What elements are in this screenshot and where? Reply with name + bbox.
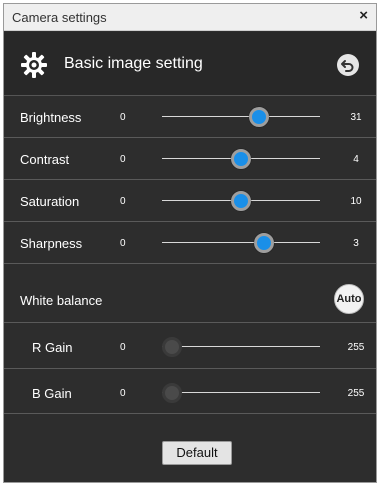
contrast-row: Contrast 0 4 <box>4 139 376 180</box>
contrast-min: 0 <box>120 154 126 165</box>
b-gain-max: 255 <box>347 388 365 399</box>
slider-thumb <box>162 337 182 357</box>
r-gain-max: 255 <box>347 342 365 353</box>
slider-thumb <box>162 383 182 403</box>
b-gain-row: B Gain 0 255 <box>4 370 376 414</box>
contrast-slider[interactable] <box>162 147 320 171</box>
section-header: Basic image setting <box>4 32 376 96</box>
sharpness-max: 3 <box>353 238 359 249</box>
r-gain-label: R Gain <box>32 340 73 355</box>
camera-settings-window: Camera settings × Basic image setting Br… <box>3 3 377 483</box>
back-button[interactable] <box>337 54 359 76</box>
undo-icon <box>341 60 354 72</box>
r-gain-min: 0 <box>120 342 126 353</box>
default-button[interactable]: Default <box>162 441 232 465</box>
slider-track <box>162 346 320 347</box>
section-title: Basic image setting <box>64 55 203 72</box>
sharpness-label: Sharpness <box>20 236 83 251</box>
slider-track <box>162 242 320 243</box>
sharpness-row: Sharpness 0 3 <box>4 223 376 264</box>
saturation-max: 10 <box>350 196 362 207</box>
b-gain-slider[interactable] <box>162 381 320 405</box>
slider-thumb[interactable] <box>231 149 251 169</box>
saturation-min: 0 <box>120 196 126 207</box>
saturation-label: Saturation <box>20 194 80 209</box>
slider-thumb[interactable] <box>231 191 251 211</box>
contrast-label: Contrast <box>20 152 70 167</box>
r-gain-row: R Gain 0 255 <box>4 324 376 369</box>
sharpness-min: 0 <box>120 238 126 249</box>
white-balance-row: White balance Auto <box>4 277 376 323</box>
saturation-slider[interactable] <box>162 189 320 213</box>
saturation-row: Saturation 0 10 <box>4 181 376 222</box>
slider-track <box>162 392 320 393</box>
white-balance-label: White balance <box>20 293 103 308</box>
brightness-max: 31 <box>350 112 362 123</box>
brightness-min: 0 <box>120 112 126 123</box>
close-icon[interactable]: × <box>359 7 368 25</box>
slider-thumb[interactable] <box>248 107 269 127</box>
sharpness-slider[interactable] <box>162 231 320 255</box>
b-gain-min: 0 <box>120 388 126 399</box>
b-gain-label: B Gain <box>32 386 72 401</box>
r-gain-slider[interactable] <box>162 335 320 359</box>
title-bar[interactable]: Camera settings × <box>4 4 376 31</box>
auto-button[interactable]: Auto <box>334 284 364 314</box>
slider-thumb[interactable] <box>254 233 275 253</box>
brightness-slider[interactable] <box>162 105 320 129</box>
contrast-max: 4 <box>353 154 359 165</box>
brightness-row: Brightness 0 31 <box>4 97 376 138</box>
slider-track <box>162 116 320 117</box>
brightness-label: Brightness <box>20 110 82 125</box>
gear-icon <box>21 52 47 78</box>
window-title: Camera settings <box>12 10 107 25</box>
